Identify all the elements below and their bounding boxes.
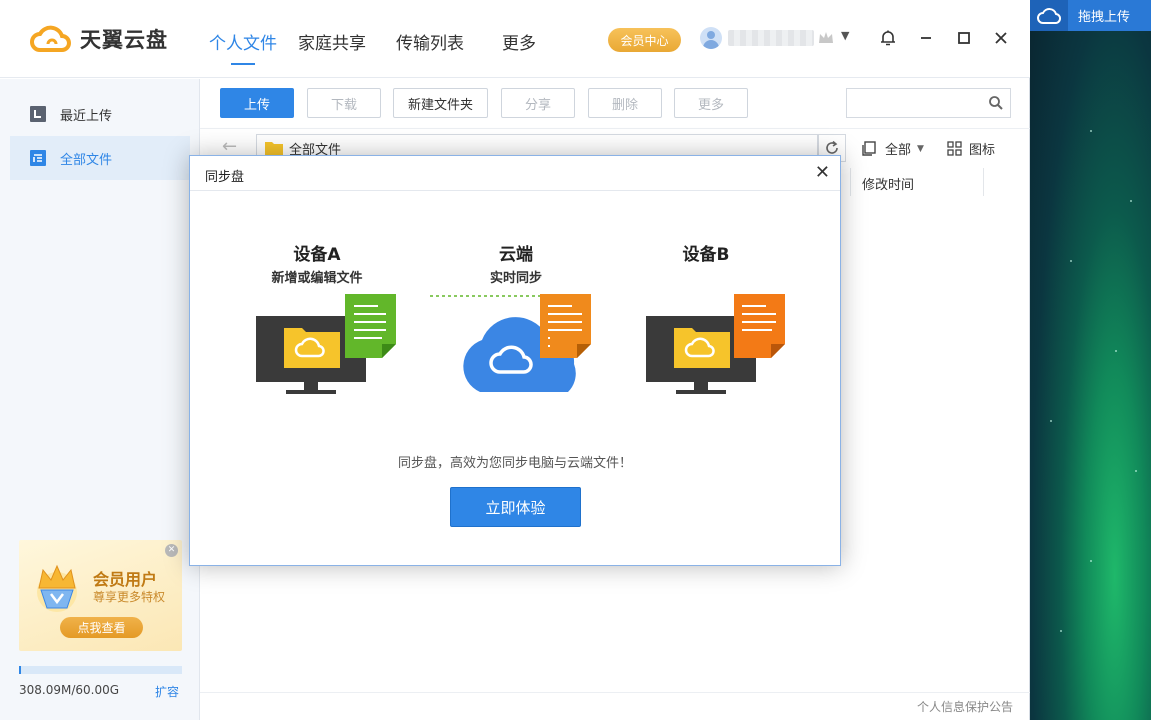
tab-personal-files[interactable]: 个人文件: [209, 29, 277, 65]
vip-crown-icon: [37, 564, 77, 612]
column-divider: [850, 168, 851, 196]
device-a-title: 设备A: [293, 245, 341, 265]
search-box: [846, 88, 1011, 118]
close-icon[interactable]: [990, 27, 1012, 49]
storage-progress-fill: [19, 666, 22, 674]
cloud-subtitle: 实时同步: [489, 271, 542, 286]
delete-button[interactable]: 删除: [588, 88, 662, 118]
brand-name: 天翼云盘: [80, 28, 168, 52]
dialog-header: 同步盘 ✕: [190, 156, 840, 191]
new-folder-button[interactable]: 新建文件夹: [393, 88, 488, 118]
promo-subtitle: 尊享更多特权: [93, 590, 166, 604]
files-icon: [30, 150, 46, 166]
sidebar-item-label: 最近上传: [60, 108, 113, 124]
tab-family-share[interactable]: 家庭共享: [298, 29, 366, 54]
column-header-modified[interactable]: 修改时间: [862, 174, 914, 193]
minimize-icon[interactable]: [915, 27, 937, 49]
device-b-title: 设备B: [682, 245, 730, 265]
view-mode-label: 图标: [969, 143, 996, 158]
computer-device-a-icon: [256, 294, 396, 394]
back-arrow-icon[interactable]: ←: [222, 136, 237, 157]
more-button[interactable]: 更多: [674, 88, 748, 118]
try-now-button[interactable]: 立即体验: [450, 487, 581, 527]
cloud-title: 云端: [499, 245, 533, 265]
upload-button[interactable]: 上传: [220, 88, 294, 118]
download-button[interactable]: 下载: [307, 88, 381, 118]
promo-view-button[interactable]: 点我查看: [60, 617, 143, 638]
filter-dropdown[interactable]: 全部 ▼: [862, 139, 924, 158]
desktop-background: [1030, 0, 1151, 720]
share-button[interactable]: 分享: [501, 88, 575, 118]
view-mode-toggle[interactable]: 图标: [947, 139, 995, 158]
chevron-down-icon[interactable]: ▼: [841, 29, 849, 42]
avatar[interactable]: [700, 27, 722, 49]
filter-label: 全部: [885, 143, 912, 158]
tab-more[interactable]: 更多: [502, 29, 536, 54]
search-icon[interactable]: [988, 95, 1004, 111]
promo-title: 会员用户: [93, 570, 158, 589]
drag-upload-label: 拖拽上传: [1078, 10, 1131, 25]
column-divider: [983, 168, 984, 196]
vip-center-button[interactable]: 会员中心: [608, 28, 681, 52]
expand-storage-link[interactable]: 扩容: [155, 683, 179, 700]
grid-icon: [947, 141, 962, 156]
copy-icon: [862, 141, 876, 156]
folder-icon: [265, 142, 283, 155]
title-bar: 天翼云盘 个人文件 家庭共享 传输列表 更多 会员中心 ▼: [0, 0, 1030, 78]
search-input[interactable]: [853, 89, 983, 117]
sidebar-item-label: 全部文件: [60, 152, 113, 168]
sidebar: 最近上传 全部文件 ✕ 会员用户 尊享更多特权 点我查看 308.09M/60.…: [0, 79, 200, 720]
computer-device-b-icon: [646, 294, 785, 394]
storage-usage-text: 308.09M/60.00G: [19, 683, 120, 697]
crown-icon: [819, 32, 833, 43]
dialog-description: 同步盘，高效为您同步电脑与云端文件！: [397, 456, 632, 471]
sync-disk-dialog: 同步盘 ✕ 设备A 新增或编辑文件 云端 实时同步 设备B 同步盘，高效为您同步…: [189, 155, 841, 566]
maximize-icon[interactable]: [953, 27, 975, 49]
app-logo: 天翼云盘: [30, 24, 168, 54]
cloud-sync-icon: [463, 294, 591, 392]
drag-upload-widget[interactable]: 拖拽上传: [1030, 0, 1151, 31]
username-blurred: [728, 30, 814, 46]
tab-transfer-list[interactable]: 传输列表: [396, 29, 464, 54]
app-window: 天翼云盘 个人文件 家庭共享 传输列表 更多 会员中心 ▼ 最近上传 全部文件 …: [0, 0, 1030, 720]
close-icon[interactable]: ✕: [815, 162, 830, 183]
device-a-subtitle: 新增或编辑文件: [271, 271, 363, 286]
privacy-notice-link[interactable]: 个人信息保护公告: [917, 698, 1013, 715]
close-icon[interactable]: ✕: [165, 544, 178, 557]
storage-progress-bar: [19, 666, 182, 674]
cloud-logo-icon: [30, 25, 71, 52]
footer-bar: 个人信息保护公告: [200, 692, 1030, 720]
sidebar-item-recent-uploads[interactable]: 最近上传: [10, 92, 190, 136]
cloud-icon: [1030, 0, 1068, 31]
bell-icon[interactable]: [877, 27, 899, 49]
dialog-title: 同步盘: [205, 170, 245, 185]
sidebar-item-all-files[interactable]: 全部文件: [10, 136, 190, 180]
chevron-down-icon: ▼: [917, 143, 924, 154]
vip-promo-card[interactable]: ✕ 会员用户 尊享更多特权 点我查看: [19, 540, 182, 651]
clock-icon: [30, 106, 46, 122]
